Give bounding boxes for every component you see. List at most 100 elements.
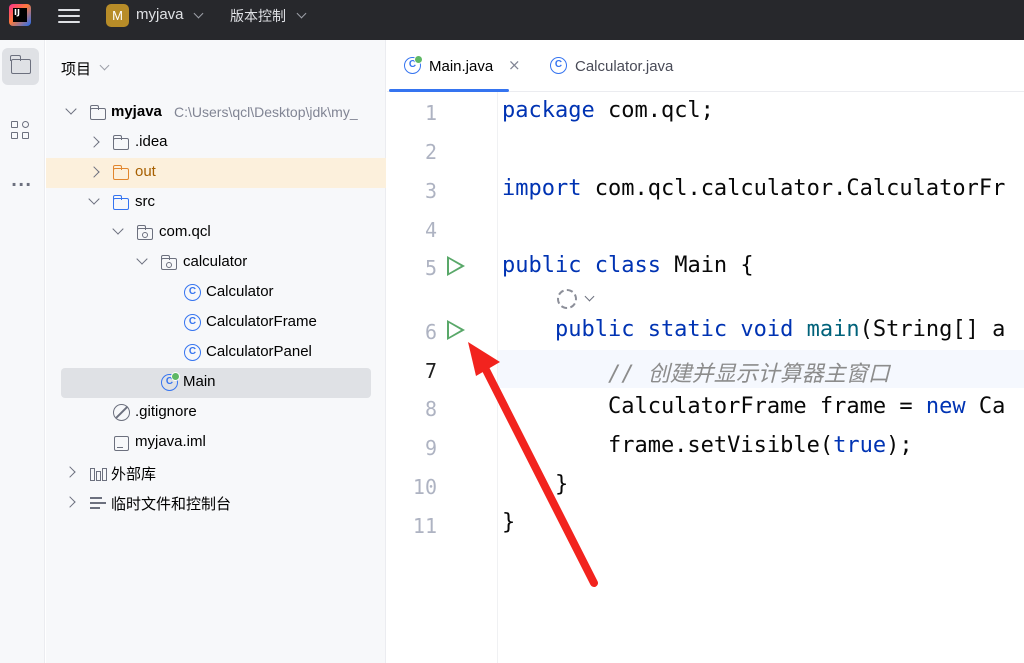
- tree-item-myjava-iml[interactable]: myjava.iml: [46, 428, 386, 458]
- line-number: 8: [424, 397, 437, 421]
- expand-arrow-icon[interactable]: [64, 466, 76, 478]
- title-bar: IJ M myjava 版本控制: [0, 0, 1024, 40]
- tree-item-label: CalculatorFrame: [206, 313, 317, 330]
- line-number: 1: [424, 101, 437, 125]
- code-line-7: // 创建并显示计算器主窗口: [502, 362, 890, 387]
- folder-icon: [10, 55, 31, 74]
- editor-tab-bar: C Main.java × C Calculator.java: [387, 40, 1024, 92]
- package-icon: [136, 225, 153, 240]
- line-number-gutter: 1 2 3 4 5 6 7 8 9 10 11: [387, 92, 497, 663]
- tree-item-label: src: [135, 193, 155, 210]
- tree-item-external-libraries[interactable]: 外部库: [46, 458, 386, 488]
- ignore-file-icon: [113, 404, 130, 421]
- tree-item-src[interactable]: src: [46, 188, 386, 218]
- scratch-icon: [90, 496, 107, 511]
- tree-item-label: com.qcl: [159, 223, 211, 240]
- code-line-1: package com.qcl;: [502, 98, 714, 123]
- code-vision-hint[interactable]: [557, 288, 597, 310]
- run-gutter-icon[interactable]: [447, 256, 465, 276]
- class-icon: C: [184, 344, 201, 361]
- tree-item-label: out: [135, 163, 156, 180]
- tree-item-com-qcl[interactable]: com.qcl: [46, 218, 386, 248]
- tree-item-label: myjava.iml: [135, 433, 206, 450]
- code-line-8: CalculatorFrame frame = new Ca: [502, 394, 1006, 419]
- structure-icon: [11, 121, 31, 141]
- source-folder-icon: [112, 195, 129, 210]
- expand-arrow-icon[interactable]: [136, 253, 148, 265]
- class-icon: C: [184, 314, 201, 331]
- class-icon: C: [184, 284, 201, 301]
- tree-item-label: calculator: [183, 253, 248, 270]
- library-icon: [90, 466, 107, 481]
- tree-item-label: .gitignore: [135, 403, 197, 420]
- code-line-3: import com.qcl.calculator.CalculatorFr: [502, 176, 1006, 201]
- project-panel: 项目 myjava C:\Users\qcl\Desktop\jdk\my_ .…: [46, 40, 386, 663]
- package-icon: [160, 255, 177, 270]
- chevron-down-icon[interactable]: [193, 8, 204, 19]
- code-line-6: public static void main(String[] a: [502, 317, 1006, 342]
- line-number: 6: [424, 320, 437, 344]
- line-number: 4: [424, 218, 437, 242]
- tree-item-label: Calculator: [206, 283, 274, 300]
- tab-label: Main.java: [429, 58, 494, 75]
- panel-title[interactable]: 项目: [61, 58, 91, 79]
- tab-calculator-java[interactable]: C Calculator.java: [533, 40, 693, 92]
- line-number: 7: [424, 359, 437, 383]
- tree-item-gitignore[interactable]: .gitignore: [46, 398, 386, 428]
- module-folder-icon: [89, 105, 106, 120]
- tree-item-label: myjava: [111, 103, 162, 120]
- line-number: 11: [412, 514, 437, 538]
- expand-arrow-icon[interactable]: [112, 223, 124, 235]
- tree-item-label: 外部库: [111, 466, 157, 483]
- tree-item-myjava[interactable]: myjava C:\Users\qcl\Desktop\jdk\my_: [46, 98, 386, 128]
- run-gutter-icon[interactable]: [447, 320, 465, 340]
- tree-item-calculatorpanel[interactable]: C CalculatorPanel: [46, 338, 386, 368]
- runnable-class-icon: C: [161, 372, 180, 391]
- code-line-11: }: [502, 510, 516, 535]
- more-icon: ···: [11, 175, 33, 194]
- expand-arrow-icon[interactable]: [88, 193, 100, 205]
- project-tool-button[interactable]: [2, 48, 39, 85]
- tree-item-scratches[interactable]: 临时文件和控制台: [46, 488, 386, 518]
- gutter-divider: [497, 92, 498, 663]
- tree-item-label: .idea: [135, 133, 168, 150]
- tree-item-out[interactable]: out: [46, 158, 386, 188]
- excluded-folder-icon: [112, 165, 129, 180]
- chevron-down-icon[interactable]: [99, 60, 110, 71]
- code-editor[interactable]: C Main.java × C Calculator.java 1 2 3 4 …: [387, 40, 1024, 663]
- line-number: 9: [424, 436, 437, 460]
- project-name[interactable]: myjava: [136, 6, 184, 23]
- code-line-9: frame.setVisible(true);: [502, 433, 913, 458]
- vcs-menu[interactable]: 版本控制: [230, 6, 286, 26]
- more-tools-button[interactable]: ···: [2, 166, 39, 203]
- tree-item-label: Main: [183, 373, 216, 390]
- tree-item-calculator[interactable]: calculator: [46, 248, 386, 278]
- runnable-class-icon: C: [404, 55, 423, 74]
- folder-icon: [112, 135, 129, 150]
- expand-arrow-icon[interactable]: [65, 103, 77, 115]
- tool-window-strip: ···: [0, 40, 45, 663]
- iml-file-icon: [114, 436, 129, 451]
- tree-item-calculatorframe[interactable]: C CalculatorFrame: [46, 308, 386, 338]
- tree-item-label: CalculatorPanel: [206, 343, 312, 360]
- code-line-5: public class Main {: [502, 253, 754, 278]
- tree-item-main[interactable]: C Main: [61, 368, 371, 398]
- tab-main-java[interactable]: C Main.java ×: [387, 40, 527, 92]
- line-number: 10: [412, 475, 437, 499]
- expand-arrow-icon[interactable]: [88, 166, 100, 178]
- tree-item-label: 临时文件和控制台: [111, 496, 232, 513]
- chevron-down-icon[interactable]: [296, 8, 307, 19]
- tree-item-calculator-class[interactable]: C Calculator: [46, 278, 386, 308]
- class-icon: C: [550, 57, 567, 74]
- intellij-logo-icon[interactable]: IJ: [9, 4, 31, 26]
- line-number: 5: [424, 256, 437, 280]
- main-menu-icon[interactable]: [58, 5, 80, 25]
- expand-arrow-icon[interactable]: [88, 136, 100, 148]
- close-icon[interactable]: ×: [508, 56, 521, 74]
- chevron-down-icon: [584, 291, 595, 302]
- tree-item-idea[interactable]: .idea: [46, 128, 386, 158]
- structure-tool-button[interactable]: [2, 112, 39, 149]
- gear-icon: [557, 289, 577, 309]
- expand-arrow-icon[interactable]: [64, 496, 76, 508]
- project-badge[interactable]: M: [106, 4, 129, 27]
